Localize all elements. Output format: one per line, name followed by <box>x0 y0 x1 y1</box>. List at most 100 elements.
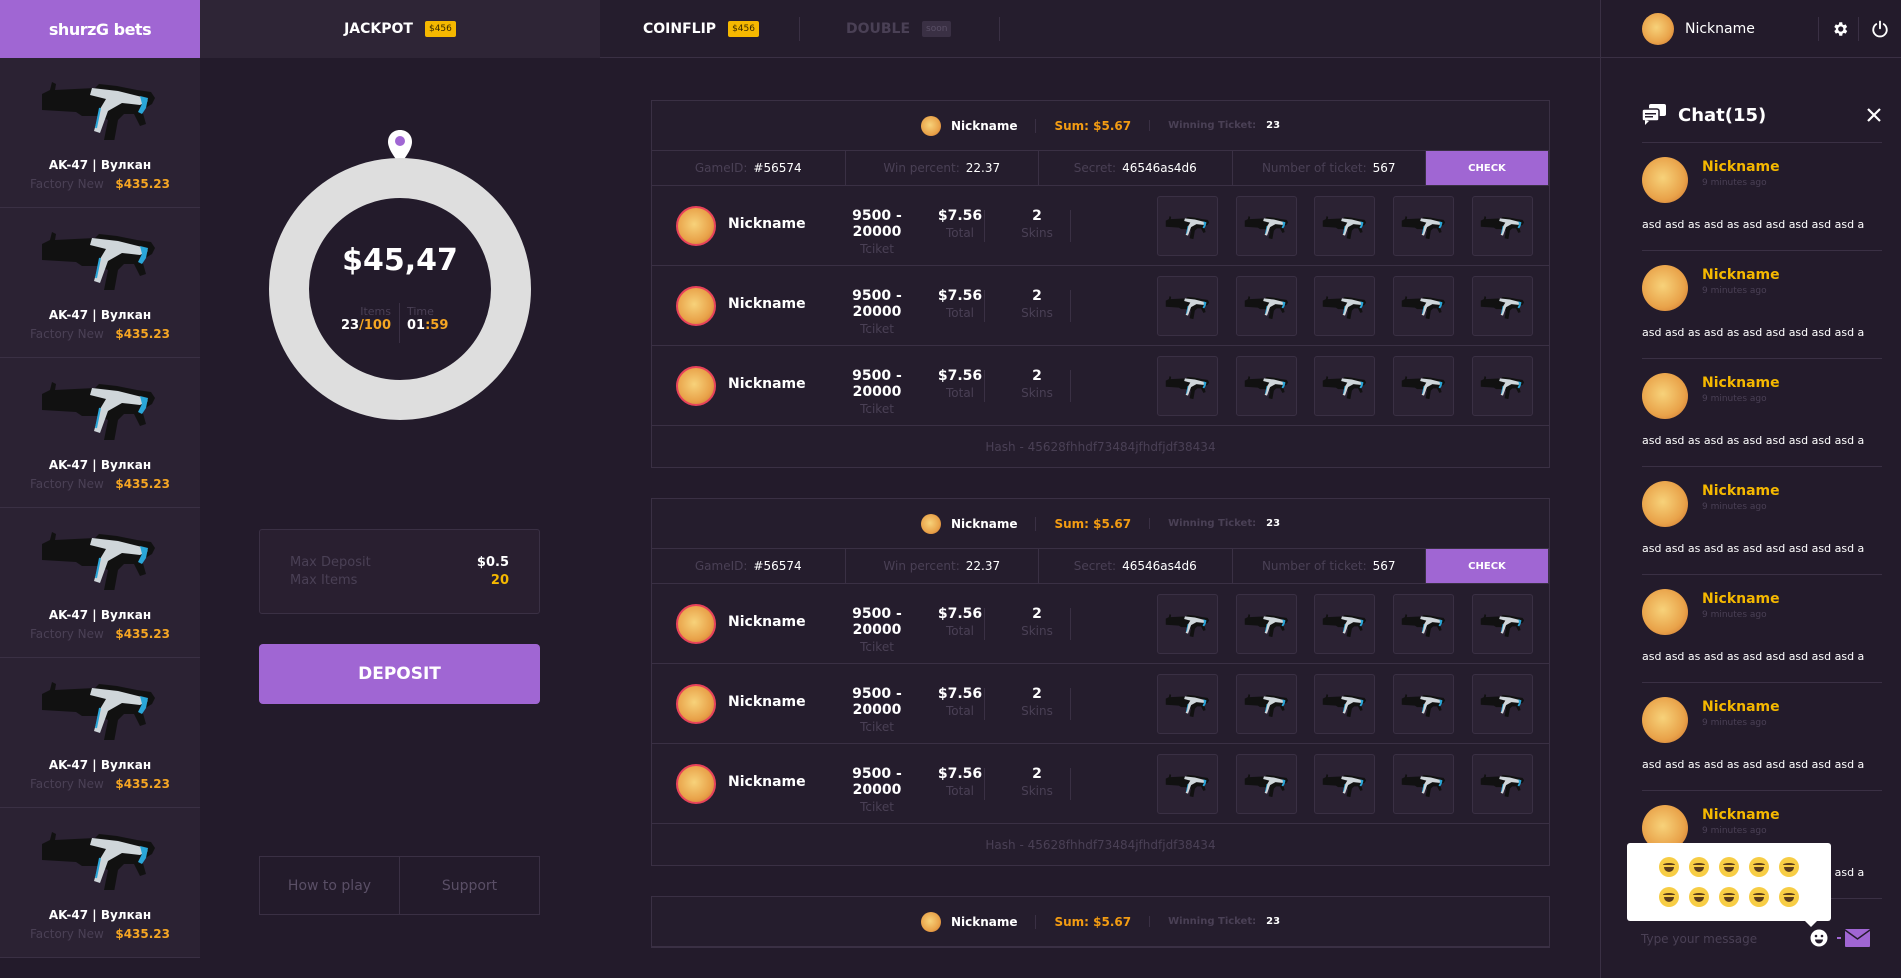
grinning-emoji-icon[interactable] <box>1779 857 1799 877</box>
deposit-button[interactable]: DEPOSIT <box>259 644 540 704</box>
message-avatar[interactable] <box>1642 373 1688 419</box>
tab-coinflip[interactable]: COINFLIP $456 <box>643 0 759 58</box>
skin-slot[interactable] <box>1393 276 1454 336</box>
message-avatar[interactable] <box>1642 157 1688 203</box>
send-mail-icon[interactable] <box>1837 929 1870 947</box>
grinning-emoji-icon[interactable] <box>1719 857 1739 877</box>
ticket-range-label: Tciket <box>860 242 894 256</box>
sidebar-skin-item[interactable]: AK-47 | Вулкан Factory New $435.23 <box>0 508 200 658</box>
game-id: GameID: #56574 <box>652 151 846 185</box>
ticket-range-label: Tciket <box>860 322 894 336</box>
user-name[interactable]: Nickname <box>1685 21 1755 37</box>
total-value-label: Total <box>945 386 975 400</box>
skin-slot[interactable] <box>1314 754 1375 814</box>
gear-icon[interactable] <box>1831 20 1849 38</box>
skin-slot[interactable] <box>1157 674 1218 734</box>
skin-slot[interactable] <box>1472 356 1533 416</box>
logo[interactable]: shurzG bets <box>0 0 200 58</box>
message-author[interactable]: Nickname <box>1702 699 1780 715</box>
skin-slot[interactable] <box>1314 196 1375 256</box>
message-author[interactable]: Nickname <box>1702 267 1780 283</box>
power-icon[interactable] <box>1871 20 1889 38</box>
message-author[interactable]: Nickname <box>1702 375 1780 391</box>
grinning-emoji-icon[interactable] <box>1779 887 1799 907</box>
skin-slot[interactable] <box>1236 196 1297 256</box>
grinning-emoji-icon[interactable] <box>1719 887 1739 907</box>
skin-slot[interactable] <box>1157 356 1218 416</box>
skin-slot[interactable] <box>1472 674 1533 734</box>
player-name[interactable]: Nickname <box>728 694 806 710</box>
sidebar-skin-item[interactable]: AK-47 | Вулкан Factory New $435.23 <box>0 58 200 208</box>
skin-slot[interactable] <box>1472 754 1533 814</box>
skin-slot[interactable] <box>1472 594 1533 654</box>
message-author[interactable]: Nickname <box>1702 483 1780 499</box>
grinning-emoji-icon[interactable] <box>1749 857 1769 877</box>
player-row: Nickname 9500 - 20000 Tciket $7.56 Total 2 Ski… <box>652 346 1549 426</box>
grinning-emoji-icon[interactable] <box>1689 857 1709 877</box>
skin-slot[interactable] <box>1157 276 1218 336</box>
grinning-emoji-icon[interactable] <box>1659 887 1679 907</box>
sidebar-skin-item[interactable]: AK-47 | Вулкан Factory New $435.23 <box>0 808 200 958</box>
player-name[interactable]: Nickname <box>728 376 806 392</box>
how-to-play-link[interactable]: How to play <box>260 857 399 914</box>
message-avatar[interactable] <box>1642 589 1688 635</box>
skin-slot[interactable] <box>1393 754 1454 814</box>
skin-slot[interactable] <box>1314 276 1375 336</box>
sidebar-skin-item[interactable]: AK-47 | Вулкан Factory New $435.23 <box>0 208 200 358</box>
grinning-emoji-icon[interactable] <box>1749 887 1769 907</box>
skin-slot[interactable] <box>1314 674 1375 734</box>
skins-count-value: 2 <box>1032 686 1042 702</box>
sidebar-skin-item[interactable]: AK-47 | Вулкан Factory New $435.23 <box>0 658 200 808</box>
skin-slot[interactable] <box>1393 356 1454 416</box>
message-text: asd asd as asd as asd asd asd asd asd a <box>1642 758 1865 771</box>
ticket-range-label: Tciket <box>860 800 894 814</box>
support-link[interactable]: Support <box>399 857 539 914</box>
grinning-emoji-icon[interactable] <box>1689 887 1709 907</box>
winning-ticket-value: 23 <box>1266 518 1281 529</box>
skin-slot[interactable] <box>1236 356 1297 416</box>
chat-message-input[interactable] <box>1641 929 1791 949</box>
user-avatar[interactable] <box>1642 12 1674 45</box>
skin-slot[interactable] <box>1236 674 1297 734</box>
tab-double[interactable]: DOUBLE soon <box>846 0 952 58</box>
skin-slot[interactable] <box>1236 594 1297 654</box>
message-text: asd asd as asd as asd asd asd asd asd a <box>1642 326 1865 339</box>
chat-title: Chat(15) <box>1678 104 1767 126</box>
message-avatar[interactable] <box>1642 481 1688 527</box>
emoji-toggle-icon[interactable] <box>1810 929 1828 947</box>
grinning-emoji-icon[interactable] <box>1659 857 1679 877</box>
skin-slot[interactable] <box>1157 754 1218 814</box>
skin-slot[interactable] <box>1472 276 1533 336</box>
player-name[interactable]: Nickname <box>728 614 806 630</box>
player-name[interactable]: Nickname <box>728 216 806 232</box>
total-value: $7.56 Total <box>930 208 990 240</box>
message-avatar[interactable] <box>1642 265 1688 311</box>
ticket-count-label: Number of ticket: <box>1261 559 1367 573</box>
skin-slot[interactable] <box>1236 754 1297 814</box>
skin-slot[interactable] <box>1236 276 1297 336</box>
total-value-value: $7.56 <box>937 766 983 782</box>
skin-slot[interactable] <box>1157 594 1218 654</box>
sidebar-skin-item[interactable]: AK-47 | Вулкан Factory New $435.23 <box>0 358 200 508</box>
skin-slot[interactable] <box>1157 196 1218 256</box>
winning-ticket: Winning Ticket: 23 <box>1149 916 1298 927</box>
skin-slot[interactable] <box>1314 356 1375 416</box>
message-author[interactable]: Nickname <box>1702 807 1780 823</box>
message-author[interactable]: Nickname <box>1702 159 1780 175</box>
ticket-count-value: 567 <box>1372 161 1396 175</box>
skin-slot[interactable] <box>1393 196 1454 256</box>
skin-slot[interactable] <box>1393 674 1454 734</box>
tab-jackpot[interactable]: JACKPOT $456 <box>200 0 600 58</box>
message-avatar[interactable] <box>1642 697 1688 743</box>
player-name[interactable]: Nickname <box>728 296 806 312</box>
close-icon[interactable] <box>1866 107 1882 123</box>
check-button[interactable]: CHECK <box>1426 151 1549 185</box>
win-percent-value: 22.37 <box>965 161 1001 175</box>
skin-slot[interactable] <box>1472 196 1533 256</box>
skin-slot[interactable] <box>1314 594 1375 654</box>
check-button[interactable]: CHECK <box>1426 549 1549 583</box>
divider <box>984 768 985 800</box>
skin-slot[interactable] <box>1393 594 1454 654</box>
player-name[interactable]: Nickname <box>728 774 806 790</box>
message-author[interactable]: Nickname <box>1702 591 1780 607</box>
